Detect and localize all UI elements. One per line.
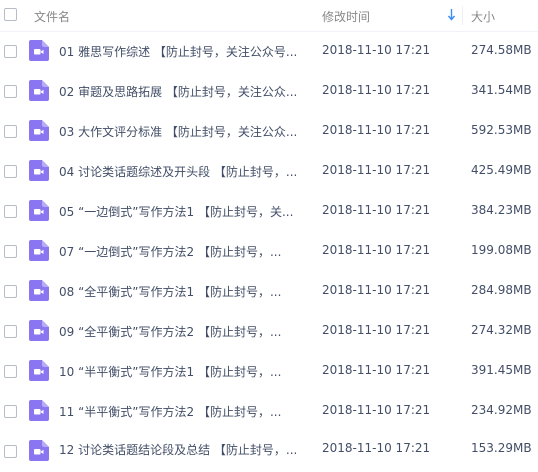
video-file-icon (29, 280, 49, 301)
row-checkbox[interactable] (4, 165, 17, 178)
arrow-down-icon[interactable] (447, 7, 456, 22)
file-size: 199.08MB (471, 243, 532, 257)
file-size: 384.23MB (471, 203, 532, 217)
file-size: 274.58MB (471, 43, 532, 57)
file-modified-date: 2018-11-10 17:21 (322, 163, 431, 177)
file-name[interactable]: 10 “半平衡式”写作方法1 【防止封号，... (59, 363, 304, 380)
file-modified-date: 2018-11-10 17:21 (322, 43, 431, 57)
video-file-icon (29, 80, 49, 101)
column-divider (462, 6, 463, 25)
file-row[interactable]: 09 “全平衡式”写作方法2 【防止封号，... 2018-11-10 17:21… (0, 311, 538, 351)
file-row[interactable]: 01 雅思写作综述 【防止封号，关注公众号... 2018-11-10 17:21… (0, 31, 538, 71)
row-checkbox[interactable] (4, 205, 17, 218)
file-modified-date: 2018-11-10 17:21 (322, 403, 431, 417)
file-row[interactable]: 10 “半平衡式”写作方法1 【防止封号，... 2018-11-10 17:21… (0, 351, 538, 391)
row-checkbox[interactable] (4, 125, 17, 138)
row-checkbox[interactable] (4, 85, 17, 98)
video-file-icon (29, 120, 49, 141)
file-size: 153.29MB (471, 441, 532, 455)
video-file-icon (29, 320, 49, 341)
file-size: 391.45MB (471, 363, 532, 377)
row-checkbox[interactable] (4, 45, 17, 58)
file-name[interactable]: 07 “一边倒式”写作方法2 【防止封号，... (59, 243, 304, 260)
row-checkbox[interactable] (4, 445, 17, 458)
select-all-checkbox[interactable] (4, 8, 17, 21)
file-row[interactable]: 07 “一边倒式”写作方法2 【防止封号，... 2018-11-10 17:21… (0, 231, 538, 271)
file-size: 592.53MB (471, 123, 532, 137)
file-name[interactable]: 04 讨论类话题综述及开头段 【防止封号，... (59, 163, 304, 180)
row-checkbox[interactable] (4, 405, 17, 418)
file-name[interactable]: 03 大作文评分标准 【防止封号，关注公众... (59, 123, 304, 140)
file-name[interactable]: 09 “全平衡式”写作方法2 【防止封号，... (59, 323, 304, 340)
file-row[interactable]: 02 审题及思路拓展 【防止封号，关注公众... 2018-11-10 17:21… (0, 71, 538, 111)
file-modified-date: 2018-11-10 17:21 (322, 363, 431, 377)
file-row[interactable]: 12 讨论类话题结论段及总结 【防止封号，... 2018-11-10 17:21… (0, 431, 538, 471)
file-name[interactable]: 01 雅思写作综述 【防止封号，关注公众号... (59, 43, 304, 60)
row-checkbox[interactable] (4, 325, 17, 338)
file-row[interactable]: 08 “全平衡式”写作方法1 【防止封号，... 2018-11-10 17:21… (0, 271, 538, 311)
row-checkbox[interactable] (4, 245, 17, 258)
file-modified-date: 2018-11-10 17:21 (322, 323, 431, 337)
video-file-icon (29, 440, 49, 461)
file-modified-date: 2018-11-10 17:21 (322, 283, 431, 297)
file-size: 425.49MB (471, 163, 532, 177)
row-checkbox[interactable] (4, 285, 17, 298)
file-name[interactable]: 02 审题及思路拓展 【防止封号，关注公众... (59, 83, 304, 100)
file-name[interactable]: 05 “一边倒式”写作方法1 【防止封号，关... (59, 203, 304, 220)
file-name[interactable]: 08 “全平衡式”写作方法1 【防止封号，... (59, 283, 304, 300)
column-header-date[interactable]: 修改时间 (322, 8, 370, 25)
file-name[interactable]: 11 “半平衡式”写作方法2 【防止封号，... (59, 403, 304, 420)
file-modified-date: 2018-11-10 17:21 (322, 441, 431, 455)
video-file-icon (29, 200, 49, 221)
file-size: 234.92MB (471, 403, 532, 417)
video-file-icon (29, 40, 49, 61)
video-file-icon (29, 360, 49, 381)
file-modified-date: 2018-11-10 17:21 (322, 83, 431, 97)
file-modified-date: 2018-11-10 17:21 (322, 123, 431, 137)
row-checkbox[interactable] (4, 365, 17, 378)
file-size: 341.54MB (471, 83, 532, 97)
file-row[interactable]: 03 大作文评分标准 【防止封号，关注公众... 2018-11-10 17:21… (0, 111, 538, 151)
file-row[interactable]: 04 讨论类话题综述及开头段 【防止封号，... 2018-11-10 17:21… (0, 151, 538, 191)
file-row[interactable]: 11 “半平衡式”写作方法2 【防止封号，... 2018-11-10 17:21… (0, 391, 538, 431)
column-header-name[interactable]: 文件名 (34, 8, 70, 25)
video-file-icon (29, 400, 49, 421)
file-modified-date: 2018-11-10 17:21 (322, 243, 431, 257)
file-modified-date: 2018-11-10 17:21 (322, 203, 431, 217)
file-size: 284.98MB (471, 283, 532, 297)
file-size: 274.32MB (471, 323, 532, 337)
file-row[interactable]: 05 “一边倒式”写作方法1 【防止封号，关... 2018-11-10 17:2… (0, 191, 538, 231)
file-list-header: 文件名 修改时间 大小 (0, 0, 538, 32)
video-file-icon (29, 160, 49, 181)
column-header-size[interactable]: 大小 (471, 8, 495, 25)
file-name[interactable]: 12 讨论类话题结论段及总结 【防止封号，... (59, 441, 304, 458)
video-file-icon (29, 240, 49, 261)
